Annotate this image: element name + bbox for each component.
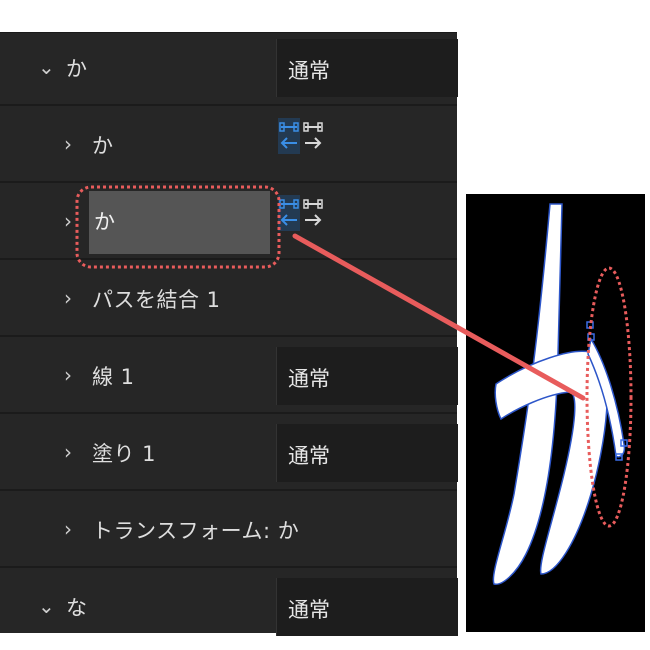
annotation-overlay — [75, 185, 586, 401]
selection-annotation-box — [75, 185, 281, 269]
annotation-connector-line — [292, 233, 586, 401]
